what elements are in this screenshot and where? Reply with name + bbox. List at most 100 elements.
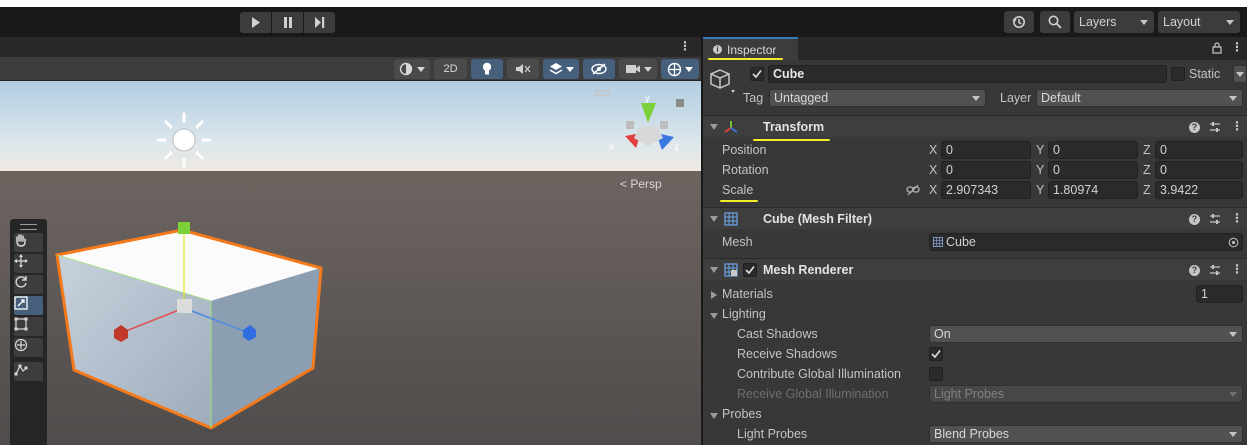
transform-tool-button[interactable] bbox=[14, 338, 43, 357]
mesh-filter-header[interactable]: Cube (Mesh Filter) ? ⋮ bbox=[703, 207, 1247, 229]
light-probes-dropdown[interactable]: Blend Probes bbox=[929, 425, 1243, 443]
foldout-collapsed-icon[interactable] bbox=[711, 291, 717, 299]
hidden-objects-toggle[interactable] bbox=[583, 59, 615, 79]
transform-header[interactable]: Transform ? ⋮ bbox=[703, 115, 1247, 137]
foldout-expanded-icon[interactable] bbox=[710, 413, 718, 419]
layout-dropdown[interactable]: Layout bbox=[1158, 11, 1240, 33]
position-z-field[interactable]: 0 bbox=[1155, 141, 1243, 159]
projection-toggle[interactable]: < Persp bbox=[620, 177, 662, 191]
mesh-object-field[interactable]: Cube bbox=[929, 233, 1243, 251]
presets-sliders-icon[interactable] bbox=[1209, 213, 1221, 225]
materials-label[interactable]: Materials bbox=[722, 287, 773, 301]
contribute-gi-checkbox[interactable] bbox=[929, 367, 943, 381]
presets-sliders-icon[interactable] bbox=[1209, 121, 1221, 133]
lighting-label[interactable]: Lighting bbox=[722, 307, 766, 321]
help-icon[interactable]: ? bbox=[1189, 265, 1200, 276]
scale-y-field[interactable]: 1.80974 bbox=[1048, 181, 1138, 199]
move-tool-button[interactable] bbox=[14, 254, 43, 273]
scale-z-field[interactable]: 3.9422 bbox=[1155, 181, 1243, 199]
layer-dropdown[interactable]: Default bbox=[1036, 89, 1243, 107]
window-top-edge bbox=[0, 0, 1247, 7]
presets-sliders-icon[interactable] bbox=[1209, 264, 1221, 276]
receive-shadows-checkbox[interactable] bbox=[929, 347, 943, 361]
chevron-down-icon bbox=[1229, 332, 1237, 337]
static-dropdown[interactable] bbox=[1233, 65, 1247, 83]
foldout-expanded-icon[interactable] bbox=[710, 124, 718, 130]
mesh-renderer-icon bbox=[724, 263, 738, 277]
chevron-down-icon bbox=[972, 96, 980, 101]
checkmark-icon bbox=[745, 266, 755, 275]
active-checkbox[interactable] bbox=[750, 67, 764, 81]
position-x-field[interactable]: 0 bbox=[941, 141, 1031, 159]
scale-label: Scale bbox=[722, 183, 754, 197]
position-y-field[interactable]: 0 bbox=[1048, 141, 1138, 159]
materials-count-field[interactable]: 1 bbox=[1196, 285, 1243, 303]
layers-dropdown[interactable]: Layers bbox=[1074, 11, 1154, 33]
custom-tool-button[interactable] bbox=[14, 362, 43, 381]
mesh-renderer-header[interactable]: Mesh Renderer ? ⋮ bbox=[703, 258, 1247, 280]
effects-layers-icon bbox=[549, 63, 562, 75]
shading-mode-dropdown[interactable] bbox=[394, 59, 430, 79]
hand-tool-button[interactable] bbox=[14, 233, 43, 252]
shading-sphere-icon bbox=[399, 62, 413, 76]
layer-label: Layer bbox=[1000, 91, 1032, 105]
scale-x-field[interactable]: 2.907343 bbox=[941, 181, 1031, 199]
undo-history-button[interactable] bbox=[1004, 11, 1034, 33]
mode-2d-toggle[interactable]: 2D bbox=[434, 59, 467, 79]
gameobject-cube-icon[interactable] bbox=[709, 67, 735, 93]
object-name-field[interactable]: Cube bbox=[768, 65, 1167, 83]
scene-viewport[interactable]: x z y < Persp bbox=[0, 81, 701, 445]
more-options-icon[interactable]: ⋮ bbox=[679, 39, 691, 53]
cast-shadows-dropdown[interactable]: On bbox=[929, 325, 1243, 343]
persp-chevron-icon: < bbox=[620, 177, 628, 191]
tag-dropdown[interactable]: Untagged bbox=[769, 89, 986, 107]
component-menu-icon[interactable]: ⋮ bbox=[1231, 262, 1243, 276]
rotate-tool-button[interactable] bbox=[14, 275, 43, 294]
drag-handle-icon[interactable] bbox=[20, 224, 37, 230]
lightbulb-icon bbox=[482, 62, 492, 75]
rotation-x-field[interactable]: 0 bbox=[941, 161, 1031, 179]
rect-tool-button[interactable] bbox=[14, 317, 43, 336]
constrain-proportions-link-icon[interactable] bbox=[906, 184, 920, 196]
step-icon bbox=[315, 17, 325, 28]
effects-dropdown[interactable] bbox=[543, 59, 579, 79]
component-menu-icon[interactable]: ⋮ bbox=[1231, 211, 1243, 225]
hand-icon bbox=[16, 234, 26, 247]
scene-lighting-toggle[interactable] bbox=[471, 59, 503, 79]
cast-shadows-label: Cast Shadows bbox=[737, 327, 818, 341]
foldout-expanded-icon[interactable] bbox=[710, 267, 718, 273]
play-button[interactable] bbox=[240, 12, 271, 33]
pause-button[interactable] bbox=[272, 12, 303, 33]
eye-slash-icon bbox=[591, 63, 607, 75]
search-button[interactable] bbox=[1040, 11, 1070, 33]
more-options-icon[interactable]: ⋮ bbox=[1231, 40, 1243, 54]
transform-axes-icon bbox=[724, 121, 738, 133]
camera-settings-dropdown[interactable] bbox=[619, 59, 657, 79]
rotation-z-field[interactable]: 0 bbox=[1155, 161, 1243, 179]
rotation-y-field[interactable]: 0 bbox=[1048, 161, 1138, 179]
mesh-renderer-enabled-checkbox[interactable] bbox=[743, 263, 757, 277]
lock-icon[interactable] bbox=[1212, 42, 1222, 54]
help-icon[interactable]: ? bbox=[1189, 214, 1200, 225]
step-button[interactable] bbox=[304, 12, 335, 33]
static-checkbox[interactable] bbox=[1171, 67, 1185, 81]
tab-inspector[interactable]: i Inspector bbox=[703, 37, 798, 60]
scale-tool-button[interactable] bbox=[14, 296, 43, 315]
probes-label[interactable]: Probes bbox=[722, 407, 762, 421]
chevron-down-icon bbox=[1140, 19, 1148, 25]
mesh-renderer-title: Mesh Renderer bbox=[763, 263, 854, 277]
foldout-expanded-icon[interactable] bbox=[710, 216, 718, 222]
help-icon[interactable]: ? bbox=[1189, 122, 1200, 133]
cast-shadows-value: On bbox=[934, 327, 951, 341]
audio-toggle[interactable] bbox=[507, 59, 539, 79]
gizmos-dropdown[interactable] bbox=[661, 59, 699, 79]
chevron-down-icon bbox=[1229, 392, 1237, 397]
axis-x-label: X bbox=[929, 183, 938, 197]
layer-value: Default bbox=[1041, 91, 1081, 105]
search-icon bbox=[1048, 15, 1062, 29]
component-menu-icon[interactable]: ⋮ bbox=[1231, 119, 1243, 133]
rotate-icon bbox=[15, 276, 27, 288]
play-icon bbox=[251, 17, 260, 28]
object-picker-icon[interactable] bbox=[1228, 237, 1239, 248]
foldout-expanded-icon[interactable] bbox=[710, 313, 718, 319]
